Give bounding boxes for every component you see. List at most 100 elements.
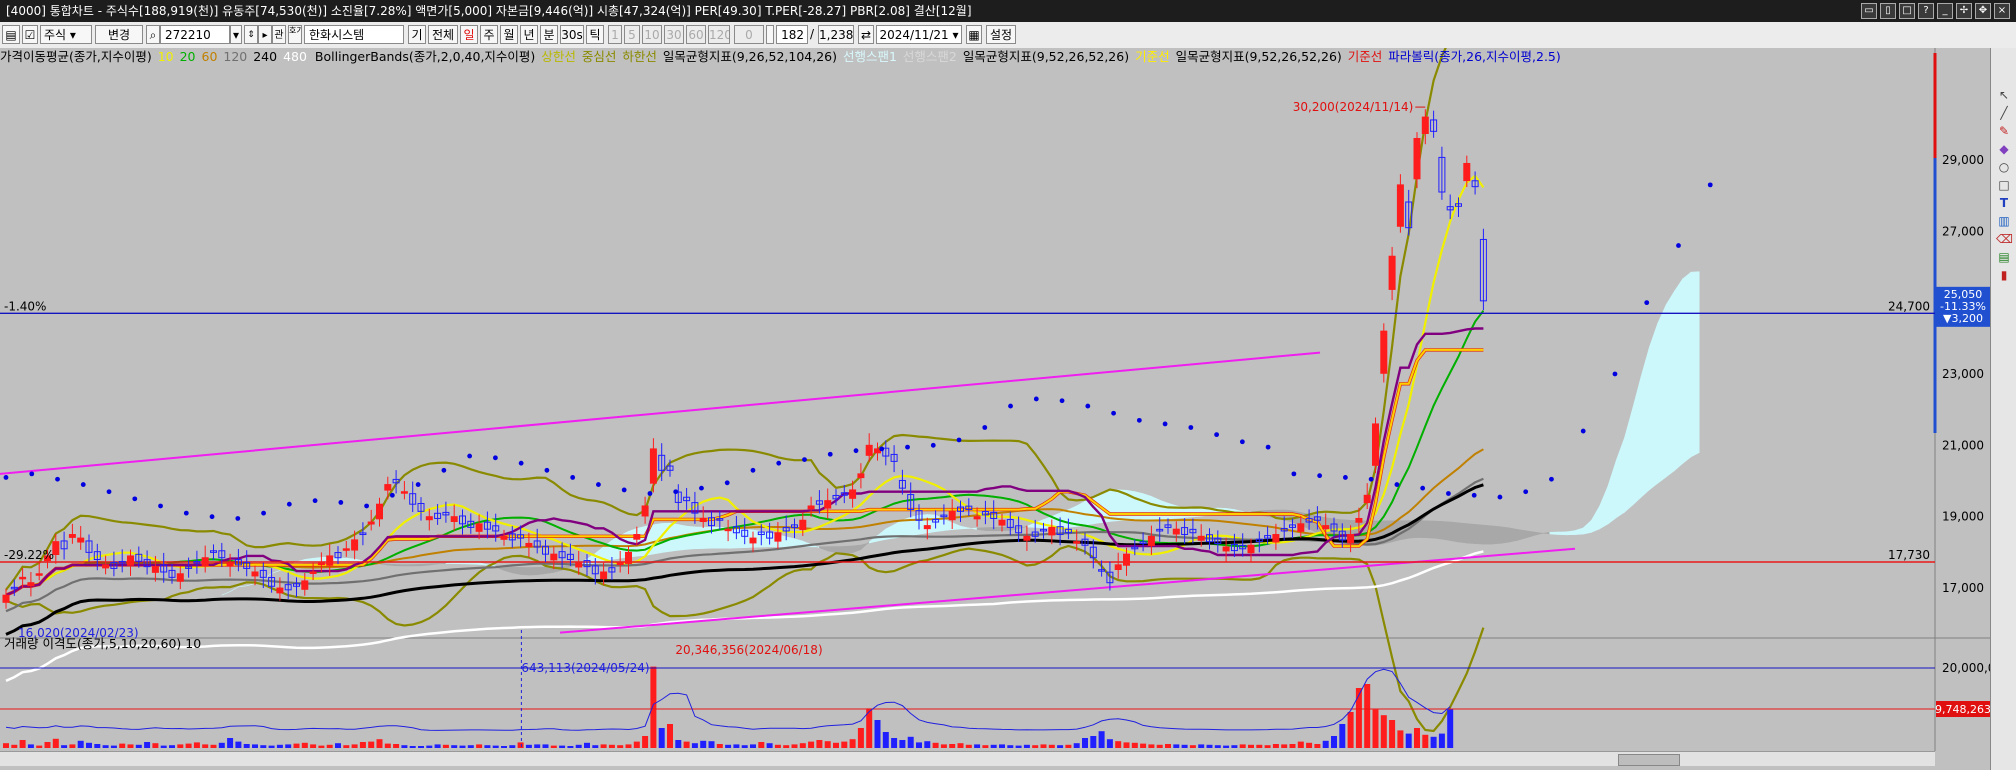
- cloud-segment: [760, 531, 770, 548]
- volume-bar: [1380, 715, 1387, 748]
- period-button[interactable]: 기: [408, 25, 426, 44]
- cloud-segment: [1134, 491, 1144, 521]
- cloud-segment: [511, 566, 521, 575]
- candle-up: [77, 537, 85, 543]
- sar-legend-title[interactable]: 파라볼릭(종가,26,지수이평,2.5): [1388, 49, 1560, 64]
- sar-dot: [905, 444, 910, 450]
- volume-bar: [1405, 733, 1412, 748]
- ellipse-tool-icon[interactable]: ○: [1996, 160, 2012, 174]
- volume-bar: [799, 743, 806, 748]
- date-input[interactable]: 2024/11/21 ▾: [876, 25, 962, 44]
- unit-10[interactable]: 10: [642, 25, 662, 44]
- settings-button[interactable]: 설정: [986, 25, 1016, 44]
- unit-60[interactable]: 60: [686, 25, 706, 44]
- sar-dot: [1497, 494, 1503, 500]
- tab-year[interactable]: 년: [520, 25, 538, 44]
- move-icon[interactable]: ✢: [1956, 3, 1972, 19]
- cursor-icon[interactable]: ↖: [1996, 88, 2012, 102]
- play-icon[interactable]: ▸: [258, 25, 272, 44]
- cloud-segment: [1151, 495, 1160, 521]
- code-dropdown-icon[interactable]: ▾: [230, 25, 242, 44]
- candle-up: [19, 576, 27, 580]
- change-amt-label: ▼3,200: [1943, 312, 1983, 325]
- horizontal-scrollbar[interactable]: [0, 751, 1935, 766]
- volume-bar: [658, 728, 665, 748]
- volume-bar: [592, 745, 599, 748]
- relation-button[interactable]: 관: [272, 25, 286, 44]
- ichimoku1-span2-label: 선행스팬2: [902, 49, 957, 64]
- volume-bar: [1214, 745, 1221, 748]
- tile-icon[interactable]: ▯: [1880, 3, 1896, 19]
- bb-legend-title[interactable]: BollingerBands(종가,2,0,40,지수이평): [315, 49, 535, 64]
- tab-day[interactable]: 일: [460, 25, 478, 44]
- candle-up: [857, 473, 865, 479]
- restore-icon[interactable]: ▭: [1861, 3, 1877, 19]
- clear-tool-icon[interactable]: ⌫: [1996, 232, 2013, 246]
- volume-bar: [725, 744, 732, 748]
- chart-tool-icon[interactable]: ▥: [1996, 214, 2012, 228]
- candle-up: [367, 521, 375, 525]
- tab-minute[interactable]: 분: [540, 25, 558, 44]
- volume-bar: [501, 746, 507, 748]
- volume-bar: [509, 745, 516, 748]
- scroll-thumb[interactable]: [1618, 754, 1680, 766]
- unit-1[interactable]: 1: [608, 25, 622, 44]
- code-input[interactable]: 272210: [160, 25, 230, 44]
- drawing-toolbar: ↖ ╱ ✎ ◆ ○ □ T ▥ ⌫ ▤ ▮: [1990, 48, 2016, 770]
- calendar-icon[interactable]: ▦: [966, 25, 982, 44]
- change-button[interactable]: 변경: [95, 25, 143, 44]
- ichimoku1-legend-title[interactable]: 일목균형지표(9,26,52,104,26): [663, 49, 837, 64]
- ichimoku2-legend-title[interactable]: 일목균형지표(9,52,26,52,26): [963, 49, 1129, 64]
- minimize-icon[interactable]: _: [1937, 3, 1953, 19]
- tab-month[interactable]: 월: [500, 25, 518, 44]
- link-icon[interactable]: □: [1899, 3, 1915, 19]
- text-tool-icon[interactable]: T: [1996, 196, 2012, 210]
- volume-bar: [833, 742, 839, 748]
- volume-bar: [567, 746, 574, 748]
- search-icon[interactable]: ⌕: [146, 25, 160, 44]
- volume-bar: [343, 745, 350, 748]
- ichimoku3-legend-title[interactable]: 일목균형지표(9,52,26,52,26): [1176, 49, 1342, 64]
- line-tool-icon[interactable]: ╱: [1996, 106, 2012, 120]
- pin-icon[interactable]: ✥: [1975, 3, 1991, 19]
- ma-legend-title[interactable]: 가격이동평균(종가,지수이평): [0, 49, 152, 64]
- candle-up: [500, 535, 508, 540]
- unit-30[interactable]: 30: [664, 25, 684, 44]
- count-input[interactable]: 182: [776, 25, 808, 44]
- unit-stepper-icon[interactable]: [766, 25, 774, 44]
- all-button[interactable]: 전체: [428, 25, 458, 44]
- check-icon[interactable]: ☑: [22, 25, 38, 44]
- volume-bar: [1339, 724, 1346, 748]
- candle-up: [35, 573, 43, 576]
- stepper-icon[interactable]: ⇕: [244, 25, 258, 44]
- hoga-icon[interactable]: 호가: [288, 25, 302, 44]
- cloud-segment: [1441, 521, 1451, 541]
- pen-tool-icon[interactable]: ✎: [1996, 124, 2012, 138]
- unit-custom[interactable]: 0: [734, 25, 764, 44]
- volume-bar: [1098, 731, 1105, 748]
- tab-week[interactable]: 주: [480, 25, 498, 44]
- candle-up: [1073, 541, 1081, 544]
- volume-bar: [1057, 745, 1064, 748]
- volume-bar: [891, 738, 898, 748]
- trend-tool-icon[interactable]: ▤: [1996, 250, 2012, 264]
- eraser-icon[interactable]: ◆: [1996, 142, 2012, 156]
- chart-canvas[interactable]: 17,00019,00021,00023,00027,00029,00025,0…: [0, 48, 1990, 751]
- cloud-segment: [1425, 520, 1434, 539]
- market-select[interactable]: 주식 ▾: [40, 25, 92, 44]
- close-icon[interactable]: ×: [1994, 3, 2010, 19]
- date-step-icon[interactable]: ⇄: [858, 25, 874, 44]
- unit-5[interactable]: 5: [624, 25, 640, 44]
- sar-dot: [492, 455, 498, 461]
- bar-tool-icon[interactable]: ▮: [1996, 268, 2012, 282]
- sar-dot: [1162, 421, 1168, 427]
- rect-tool-icon[interactable]: □: [1996, 178, 2012, 192]
- tab-30s[interactable]: 30s: [560, 25, 584, 44]
- stock-list-icon[interactable]: ▤: [2, 25, 20, 44]
- candle-up: [1048, 526, 1056, 536]
- unit-120[interactable]: 120: [708, 25, 730, 44]
- sar-dot: [1085, 403, 1091, 409]
- tab-tick[interactable]: 틱: [586, 25, 604, 44]
- help-icon[interactable]: ?: [1918, 3, 1934, 19]
- cloud-segment: [412, 563, 422, 567]
